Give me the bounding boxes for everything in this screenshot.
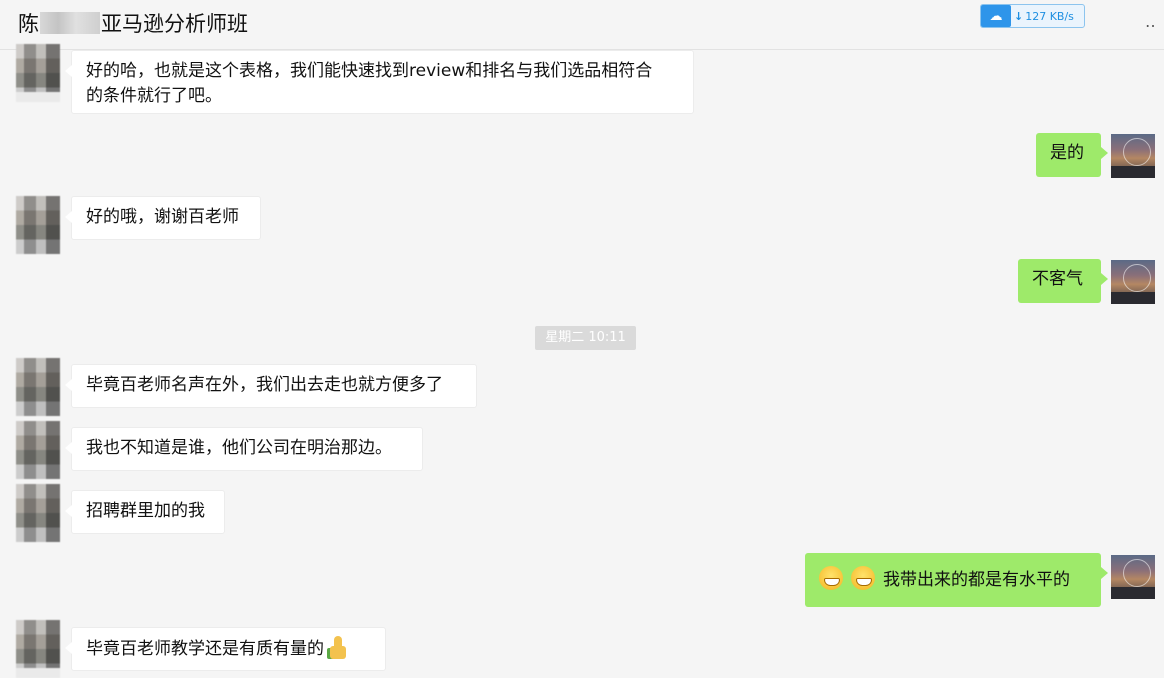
chat-title-suffix: 亚马逊分析师班: [101, 12, 248, 36]
chat-title: 陈 亚马逊分析师班: [18, 8, 248, 38]
avatar[interactable]: [1111, 555, 1155, 599]
ferris-wheel-icon: [1123, 138, 1151, 166]
message-bubble: 不客气: [1018, 259, 1108, 303]
network-speed-text: 127 KB/s: [1025, 9, 1074, 23]
message-bubble: 毕竟百老师名声在外，我们出去走也就方便多了: [65, 364, 477, 408]
avatar[interactable]: [1111, 260, 1155, 304]
message-bubble: 是的: [1036, 133, 1108, 177]
chat-title-prefix: 陈: [18, 12, 39, 36]
message-text: 好的哈，也就是这个表格，我们能快速找到review和排名与我们选品相符合: [86, 61, 653, 81]
ferris-wheel-icon: [1123, 264, 1151, 292]
avatar-ground: [1111, 587, 1155, 599]
message-bubble: 招聘群里加的我: [65, 490, 225, 534]
message-bubble: 好的哈，也就是这个表格，我们能快速找到review和排名与我们选品相符合 的条件…: [65, 50, 694, 114]
thumbs-up-icon: [326, 636, 348, 660]
chat-header: 陈 亚马逊分析师班 ☁ ↓ 127 KB/s ‥: [0, 0, 1164, 50]
ferris-wheel-icon: [1123, 559, 1151, 587]
message-text: 不客气: [1032, 269, 1083, 289]
message-text: 我也不知道是谁，他们公司在明治那边。: [86, 438, 392, 458]
avatar[interactable]: [16, 358, 60, 416]
message-bubble: 我带出来的都是有水平的: [805, 553, 1108, 607]
avatar[interactable]: [16, 484, 60, 542]
message-text: 毕竟百老师名声在外，我们出去走也就方便多了: [86, 375, 443, 395]
avatar[interactable]: [1111, 134, 1155, 178]
download-arrow-icon: ↓: [1014, 9, 1024, 23]
message-text: 招聘群里加的我: [86, 501, 205, 521]
grinning-face-icon: [851, 566, 875, 590]
message-text: 我带出来的都是有水平的: [883, 570, 1070, 590]
message-bubble: 我也不知道是谁，他们公司在明治那边。: [65, 427, 423, 471]
avatar-ground: [1111, 166, 1155, 178]
more-options-icon[interactable]: ‥: [1145, 12, 1158, 31]
avatar[interactable]: [16, 620, 60, 678]
grinning-face-icon: [819, 566, 843, 590]
message-text: 好的哦，谢谢百老师: [86, 207, 239, 227]
message-text: 毕竟百老师教学还是有质有量的: [86, 639, 324, 659]
time-divider: 星期二 10:11: [535, 326, 636, 350]
message-bubble: 毕竟百老师教学还是有质有量的: [65, 627, 386, 671]
cloud-icon: ☁: [981, 5, 1011, 27]
message-text: 是的: [1050, 143, 1084, 163]
avatar[interactable]: [16, 196, 60, 254]
avatar[interactable]: [16, 421, 60, 479]
message-bubble: 好的哦，谢谢百老师: [65, 196, 261, 240]
message-text: 的条件就行了吧。: [86, 86, 222, 106]
avatar-ground: [1111, 292, 1155, 304]
network-speed-widget[interactable]: ☁ ↓ 127 KB/s: [980, 4, 1085, 28]
avatar[interactable]: [16, 44, 60, 102]
redacted-name: [40, 12, 100, 34]
